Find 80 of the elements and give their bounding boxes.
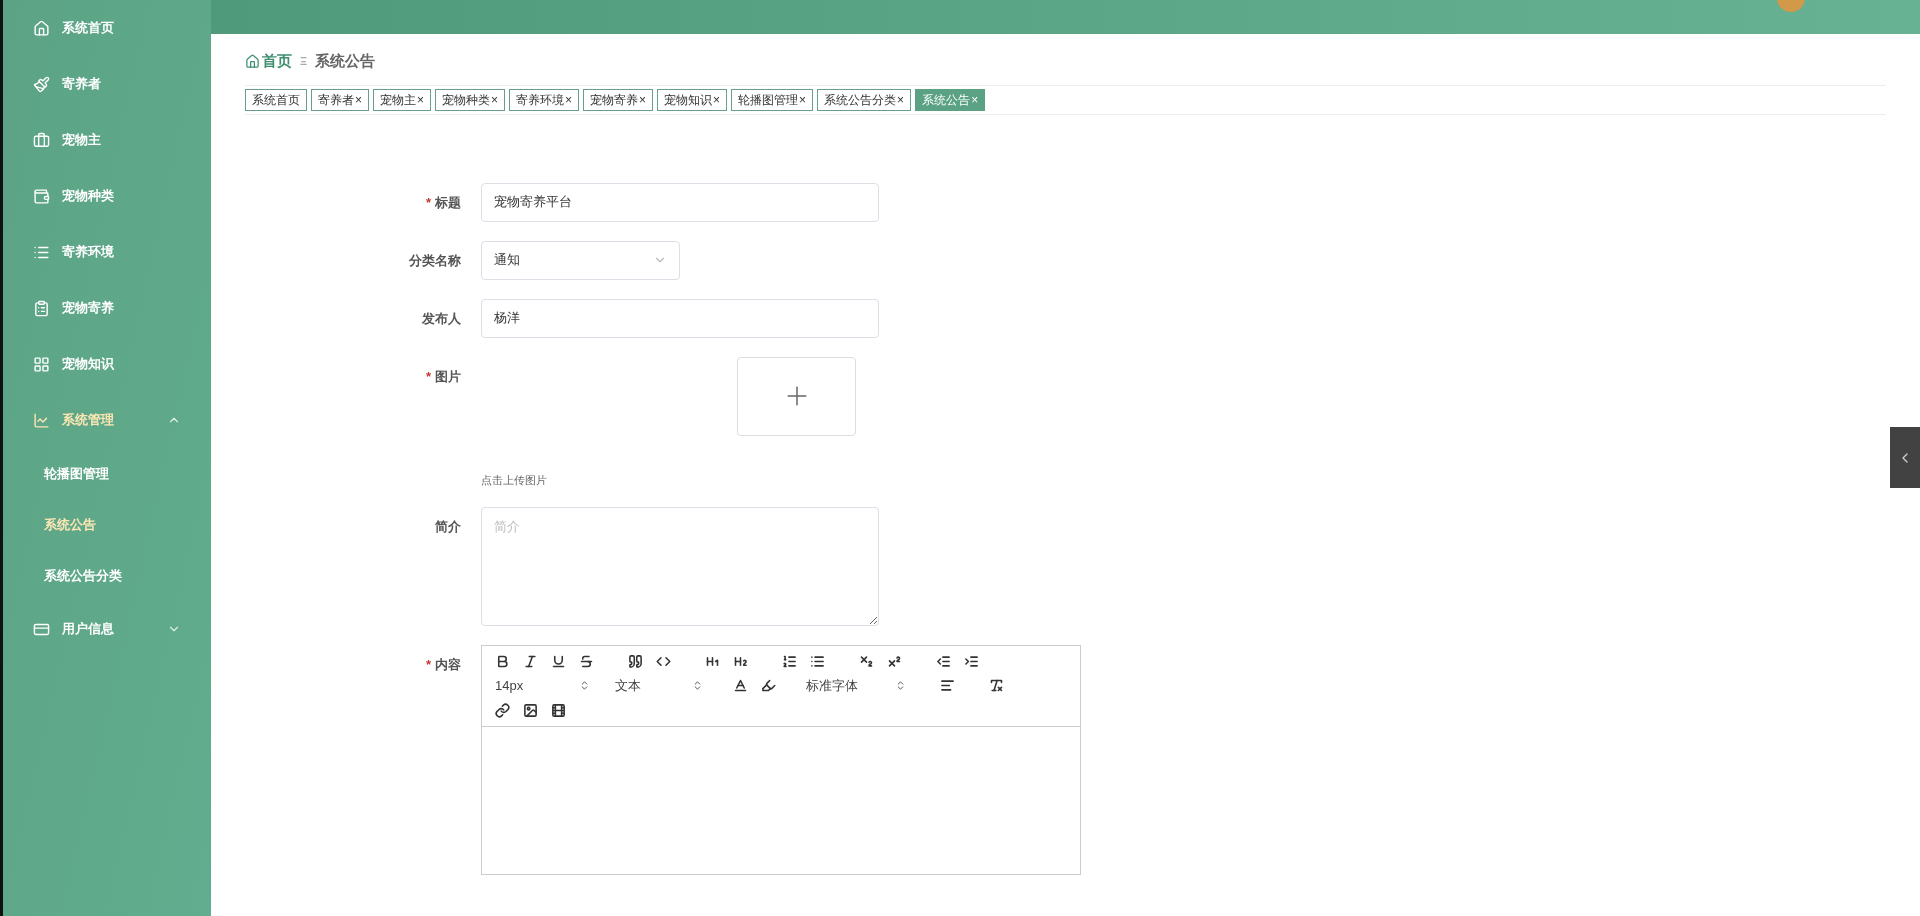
subscript-icon[interactable]	[859, 654, 874, 669]
tab-label: 宠物种类	[442, 91, 491, 109]
close-icon[interactable]: ×	[713, 90, 721, 109]
strikethrough-icon[interactable]	[579, 654, 594, 669]
brush-icon	[33, 75, 50, 93]
close-icon[interactable]: ×	[639, 90, 647, 109]
intro-textarea[interactable]: 简介	[481, 507, 879, 626]
tab-label: 轮播图管理	[738, 91, 799, 109]
page-tab[interactable]: 宠物寄养×	[583, 88, 654, 111]
page-tab[interactable]: 寄养环境×	[509, 88, 580, 111]
close-icon[interactable]: ×	[491, 90, 499, 109]
image-icon[interactable]	[523, 702, 538, 718]
heading-2-icon[interactable]	[733, 654, 748, 669]
page-tab[interactable]: 宠物主×	[373, 88, 432, 111]
field-label: 标题	[435, 193, 461, 212]
close-icon[interactable]: ×	[799, 90, 807, 109]
close-icon[interactable]: ×	[897, 90, 905, 109]
required-mark: *	[425, 656, 431, 674]
breadcrumb-current: 系统公告	[315, 51, 376, 71]
briefcase-icon	[33, 131, 50, 149]
updown-icon	[579, 680, 590, 692]
indent-icon[interactable]	[964, 654, 979, 669]
tab-label: 寄养者	[318, 91, 354, 109]
chart-icon	[33, 411, 50, 429]
tab-label: 宠物知识	[664, 91, 713, 109]
drawer-toggle[interactable]	[1890, 427, 1920, 488]
updown-icon	[895, 680, 906, 692]
font-size-dropdown[interactable]: 14px	[495, 676, 590, 696]
ordered-list-icon[interactable]	[782, 654, 797, 669]
page-tab[interactable]: 轮播图管理×	[731, 88, 814, 111]
outdent-icon[interactable]	[936, 654, 951, 669]
tab-label: 宠物寄养	[590, 91, 639, 109]
page-tab[interactable]: 系统首页	[245, 88, 307, 111]
align-left-icon[interactable]	[940, 678, 955, 694]
tab-label: 宠物主	[380, 91, 416, 109]
quote-icon[interactable]	[628, 654, 643, 669]
highlighter-icon[interactable]	[761, 678, 776, 694]
page-tab[interactable]: 宠物知识×	[657, 88, 728, 111]
required-mark: *	[425, 367, 431, 386]
home-icon	[33, 19, 50, 37]
field-label: 分类名称	[409, 251, 461, 270]
font-color-icon[interactable]	[733, 678, 748, 694]
updown-icon	[692, 680, 703, 692]
field-label: 简介	[435, 518, 461, 536]
underline-icon[interactable]	[551, 654, 566, 669]
upload-hint: 点击上传图片	[481, 472, 547, 488]
video-icon[interactable]	[551, 702, 566, 718]
tab-label: 系统公告	[922, 91, 971, 109]
heading-1-icon[interactable]	[705, 654, 720, 669]
field-label: 图片	[435, 367, 461, 386]
close-icon[interactable]: ×	[565, 90, 573, 109]
close-icon[interactable]: ×	[417, 90, 425, 109]
tab-label: 系统公告分类	[824, 91, 897, 109]
bullet-list-icon[interactable]	[810, 654, 825, 669]
link-icon[interactable]	[495, 702, 510, 718]
superscript-icon[interactable]	[887, 654, 902, 669]
close-icon[interactable]: ×	[355, 90, 362, 109]
page-tab[interactable]: 宠物种类×	[435, 88, 506, 111]
grid-icon	[33, 355, 50, 373]
code-icon[interactable]	[656, 654, 671, 669]
wallet-icon	[33, 187, 50, 205]
bold-icon[interactable]	[495, 654, 510, 669]
page-tab[interactable]: 系统公告分类×	[817, 88, 912, 111]
clear-format-icon[interactable]	[989, 678, 1004, 694]
text-field[interactable]: 宠物寄养平台	[481, 182, 879, 222]
field-label: 发布人	[422, 309, 461, 328]
breadcrumb-separator: Ξ	[300, 54, 308, 69]
text-field[interactable]: 杨洋	[481, 298, 879, 338]
clipboard-icon	[33, 299, 50, 317]
tab-label: 寄养环境	[516, 91, 565, 109]
field-label: 内容	[435, 656, 461, 674]
font-family-dropdown[interactable]: 标准字体	[806, 676, 906, 696]
block-type-dropdown[interactable]: 文本	[603, 676, 703, 696]
tab-label: 系统首页	[252, 91, 300, 109]
breadcrumb-home[interactable]: 首页	[245, 50, 292, 73]
home-icon	[245, 53, 260, 69]
page-tab[interactable]: 寄养者×	[311, 88, 369, 111]
italic-icon[interactable]	[523, 654, 538, 669]
required-mark: *	[425, 193, 431, 212]
category-select[interactable]: 通知	[481, 240, 680, 280]
